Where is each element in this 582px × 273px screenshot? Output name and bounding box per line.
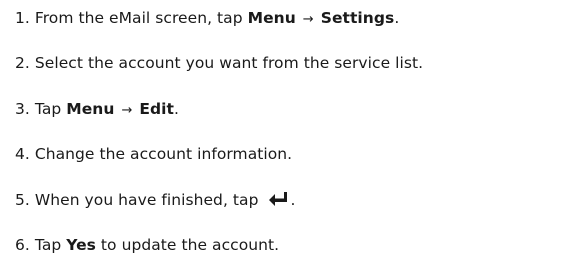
step-number: 4. — [15, 145, 30, 163]
arrow-right-icon: → — [121, 103, 133, 118]
settings-label: Settings — [320, 9, 395, 27]
step-text: When you have finished, tap — [34, 191, 264, 209]
step-text-end: to update the account. — [95, 236, 280, 254]
step-text: Tap — [34, 100, 67, 118]
step-2: 2. Select the account you want from the … — [15, 53, 423, 73]
yes-label: Yes — [66, 236, 96, 254]
step-text: Tap — [34, 236, 67, 254]
arrow-right-icon: → — [302, 12, 314, 27]
step-number: 6. — [15, 236, 30, 254]
step-number: 1. — [15, 9, 30, 27]
step-number: 5. — [15, 191, 30, 209]
menu-label: Menu — [247, 9, 296, 27]
step-text: From the eMail screen, tap — [34, 9, 248, 27]
step-text: Select the account you want from the ser… — [34, 54, 424, 72]
enter-return-icon — [269, 192, 288, 206]
edit-label: Edit — [139, 100, 174, 118]
step-text-end: . — [290, 191, 296, 209]
step-4: 4. Change the account information. — [15, 144, 292, 164]
step-6: 6. Tap Yes to update the account. — [15, 235, 279, 255]
step-text: Change the account information. — [34, 145, 293, 163]
step-text-end: . — [174, 100, 179, 118]
step-text-end: . — [394, 9, 400, 27]
step-3: 3. Tap Menu → Edit. — [15, 99, 179, 121]
step-5: 5. When you have finished, tap . — [15, 190, 295, 210]
step-1: 1. From the eMail screen, tap Menu → Set… — [15, 8, 399, 30]
menu-label: Menu — [66, 100, 115, 118]
step-number: 3. — [15, 100, 30, 118]
step-number: 2. — [15, 54, 30, 72]
